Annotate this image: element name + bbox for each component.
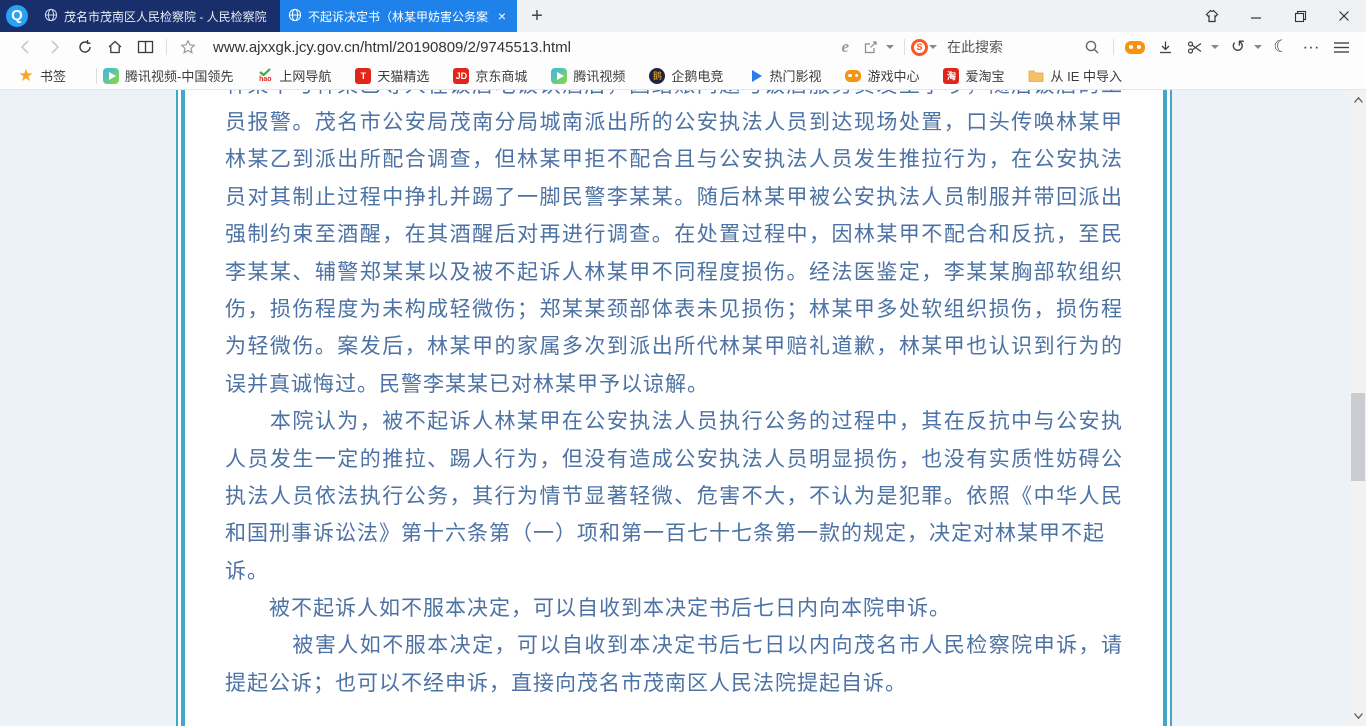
bookmarks-bar: ★ 书签 腾讯视频-中国领先 hao 上网导航 T 天猫精选 JD 京东商城 腾… [0,62,1366,90]
back-button[interactable] [10,34,40,60]
tencent-video-icon [551,67,568,84]
tmall-icon: T [355,67,372,84]
chevron-down-icon[interactable] [886,45,894,49]
address-toolbar: www.ajxxgk.jcy.gov.cn/html/20190809/2/97… [0,32,1366,62]
document-card: 林某甲与林某乙等人在饭店吃饭饮酒后，因结账问题与饭店服务员发生争吵，随后饭店的工… [176,90,1172,726]
bookmark-hao-navigation[interactable]: hao 上网导航 [257,66,331,85]
url-field[interactable]: www.ajxxgk.jcy.gov.cn/html/20190809/2/97… [213,39,571,56]
tab-bar: Q 茂名市茂南区人民检察院 - 人民检察院 不起诉决定书（林某甲妨害公务案） ×… [0,0,1366,32]
game-center-icon[interactable] [1125,40,1145,54]
tab-bar-left: Q 茂名市茂南区人民检察院 - 人民检察院 [0,0,280,32]
tab-procuratorate-home[interactable]: 茂名市茂南区人民检察院 - 人民检察院 [36,8,280,25]
home-button[interactable] [100,34,130,60]
doc-line: 被不起诉人如不服本决定，可以自收到本决定书后七日内向本院申诉。 [225,596,951,621]
doc-line: 诉。 [225,558,269,583]
doc-line: 为轻微伤。案发后，林某甲的家属多次到派出所代林某甲赔礼道歉，林某甲也认识到行为的… [225,334,1123,359]
restore-button[interactable] [1278,0,1322,32]
penguin-esports-icon: 鹅 [649,67,666,84]
doc-line: 和国刑事诉讼法》第十六条第（一）项和第一百七十七条第一款的规定，决定对林某甲不起 [225,521,1105,546]
bookmark-jd[interactable]: JD 京东商城 [453,66,527,85]
night-mode-moon-icon[interactable]: ☾ [1266,37,1296,57]
bookmark-hot-movies[interactable]: 热门影视 [747,66,821,85]
folder-icon [1028,68,1044,84]
bookmark-tencent-video[interactable]: 腾讯视频 [551,66,625,85]
clipped-top-line: 林某甲与林某乙等人在饭店吃饭饮酒后，因结账问题与饭店服务员发生争吵，随后饭店的工… [225,90,1123,104]
hao-nav-icon: hao [257,68,273,84]
doc-line: 员对其制止过程中挣扎并踢了一脚民警李某某。随后林某甲被公安执法人员制服并带回派出… [225,184,1123,209]
tab-close-icon[interactable]: × [495,8,509,24]
tab-bar-spacer [557,0,1190,32]
bookmark-taobao[interactable]: 淘 爱淘宝 [943,66,1004,85]
tencent-video-icon [103,67,120,84]
tab-decision-document[interactable]: 不起诉决定书（林某甲妨害公务案） × [280,0,517,32]
gamepad-icon [845,68,862,84]
undo-caret-icon[interactable] [1254,45,1262,49]
refresh-button[interactable] [70,34,100,60]
browser-logo-icon[interactable]: Q [6,5,28,27]
document-body: 林某甲与林某乙等人在饭店吃饭饮酒后，因结账问题与饭店服务员发生争吵，随后饭店的工… [181,90,1167,726]
bookmark-manager[interactable]: ★ 书签 [18,66,66,85]
skin-theme-button[interactable] [1190,0,1234,32]
doc-line: 伤，损伤程度为未构成轻微伤；郑某某颈部体表未见损伤；林某甲多处软组织损伤，损伤程… [225,296,1123,321]
reading-list-button[interactable] [130,34,160,60]
scrollbar-thumb[interactable] [1351,393,1365,481]
new-tab-button[interactable]: + [517,0,557,32]
tab-title: 茂名市茂南区人民检察院 - 人民检察院 [64,9,267,24]
bookmarks-divider [96,67,98,84]
scroll-up-arrow-icon[interactable] [1350,92,1366,108]
share-icon[interactable] [855,34,885,60]
sogou-search-icon[interactable]: S [911,38,928,56]
screenshot-caret-icon[interactable] [1211,45,1219,49]
minimize-button[interactable] [1234,0,1278,32]
search-icon[interactable] [1077,34,1107,60]
doc-line: 林某甲与林某乙等人在饭店吃饭饮酒后，因结账问题与饭店服务员发生争吵，随后饭店的工… [225,90,1123,104]
download-icon[interactable] [1150,34,1180,60]
play-arrow-icon [747,68,763,84]
doc-line: 林某乙到派出所配合调查，但林某甲拒不配合且与公安执法人员发生推拉行为，在公安执法… [225,147,1123,172]
window-controls [1190,0,1366,32]
toolbar-divider [1113,39,1114,55]
bookmark-penguin-esports[interactable]: 鹅 企鹅电竞 [649,66,723,85]
bookmark-star-icon: ★ [18,67,34,84]
search-input[interactable]: 在此搜索 [947,37,1077,57]
toolbar-divider [904,39,905,55]
doc-line: 被害人如不服本决定，可以自收到本决定书后七日以内向茂名市人民检察院申诉，请求 [292,633,1123,658]
scroll-down-arrow-icon[interactable] [1350,708,1366,724]
doc-line: 员报警。茂名市公安局茂南分局城南派出所的公安执法人员到达现场处置，口头传唤林某甲… [225,110,1123,134]
screenshot-scissors-icon[interactable] [1180,34,1210,60]
globe-icon [288,8,302,25]
bookmark-game-center[interactable]: 游戏中心 [845,66,919,85]
toolbar-right: e S 在此搜索 ↺ ☾ ··· [835,34,1356,60]
ie-compat-icon[interactable]: e [835,37,855,57]
menu-hamburger-icon[interactable] [1326,34,1356,60]
bookmark-tmall[interactable]: T 天猫精选 [355,66,429,85]
web-page-viewport: 林某甲与林某乙等人在饭店吃饭饮酒后，因结账问题与饭店服务员发生争吵，随后饭店的工… [0,90,1366,726]
search-engine-caret-icon[interactable] [929,45,937,49]
taobao-icon: 淘 [943,67,960,84]
close-window-button[interactable] [1322,0,1366,32]
tab-title: 不起诉决定书（林某甲妨害公务案） [308,9,489,24]
bookmark-import-from-ie[interactable]: 从 IE 中导入 [1028,66,1122,85]
doc-line: 提起公诉；也可以不经申诉，直接向茂名市茂南区人民法院提起自诉。 [225,670,907,695]
doc-line: 李某某、辅警郑某某以及被不起诉人林某甲不同程度损伤。经法医鉴定，李某某胸部软组织… [225,259,1123,284]
doc-line: 执法人员依法执行公务，其行为情节显著轻微、危害不大，不认为是犯罪。依照《中华人民… [225,483,1123,508]
more-ellipsis-icon[interactable]: ··· [1296,37,1326,57]
jd-icon: JD [453,67,470,84]
doc-line: 人员发生一定的推拉、踢人行为，但没有造成公安执法人员明显损伤，也没有实质性妨碍公… [225,446,1123,471]
bookmark-tencent-video-cn[interactable]: 腾讯视频-中国领先 [103,66,233,85]
undo-icon[interactable]: ↺ [1223,37,1253,57]
doc-line: 误并真诚悔过。民警李某某已对林某甲予以谅解。 [225,371,709,396]
doc-line: 强制约束至酒醒，在其酒醒后对再进行调查。在处置过程中，因林某甲不配合和反抗，至民… [225,222,1123,247]
forward-button[interactable] [40,34,70,60]
vertical-scrollbar[interactable] [1350,90,1366,726]
doc-line: 本院认为，被不起诉人林某甲在公安执法人员执行公务的过程中，其在反抗中与公安执法 [269,409,1123,434]
favorite-star-button[interactable] [173,34,203,60]
globe-icon [44,8,58,25]
toolbar-divider [166,39,167,55]
